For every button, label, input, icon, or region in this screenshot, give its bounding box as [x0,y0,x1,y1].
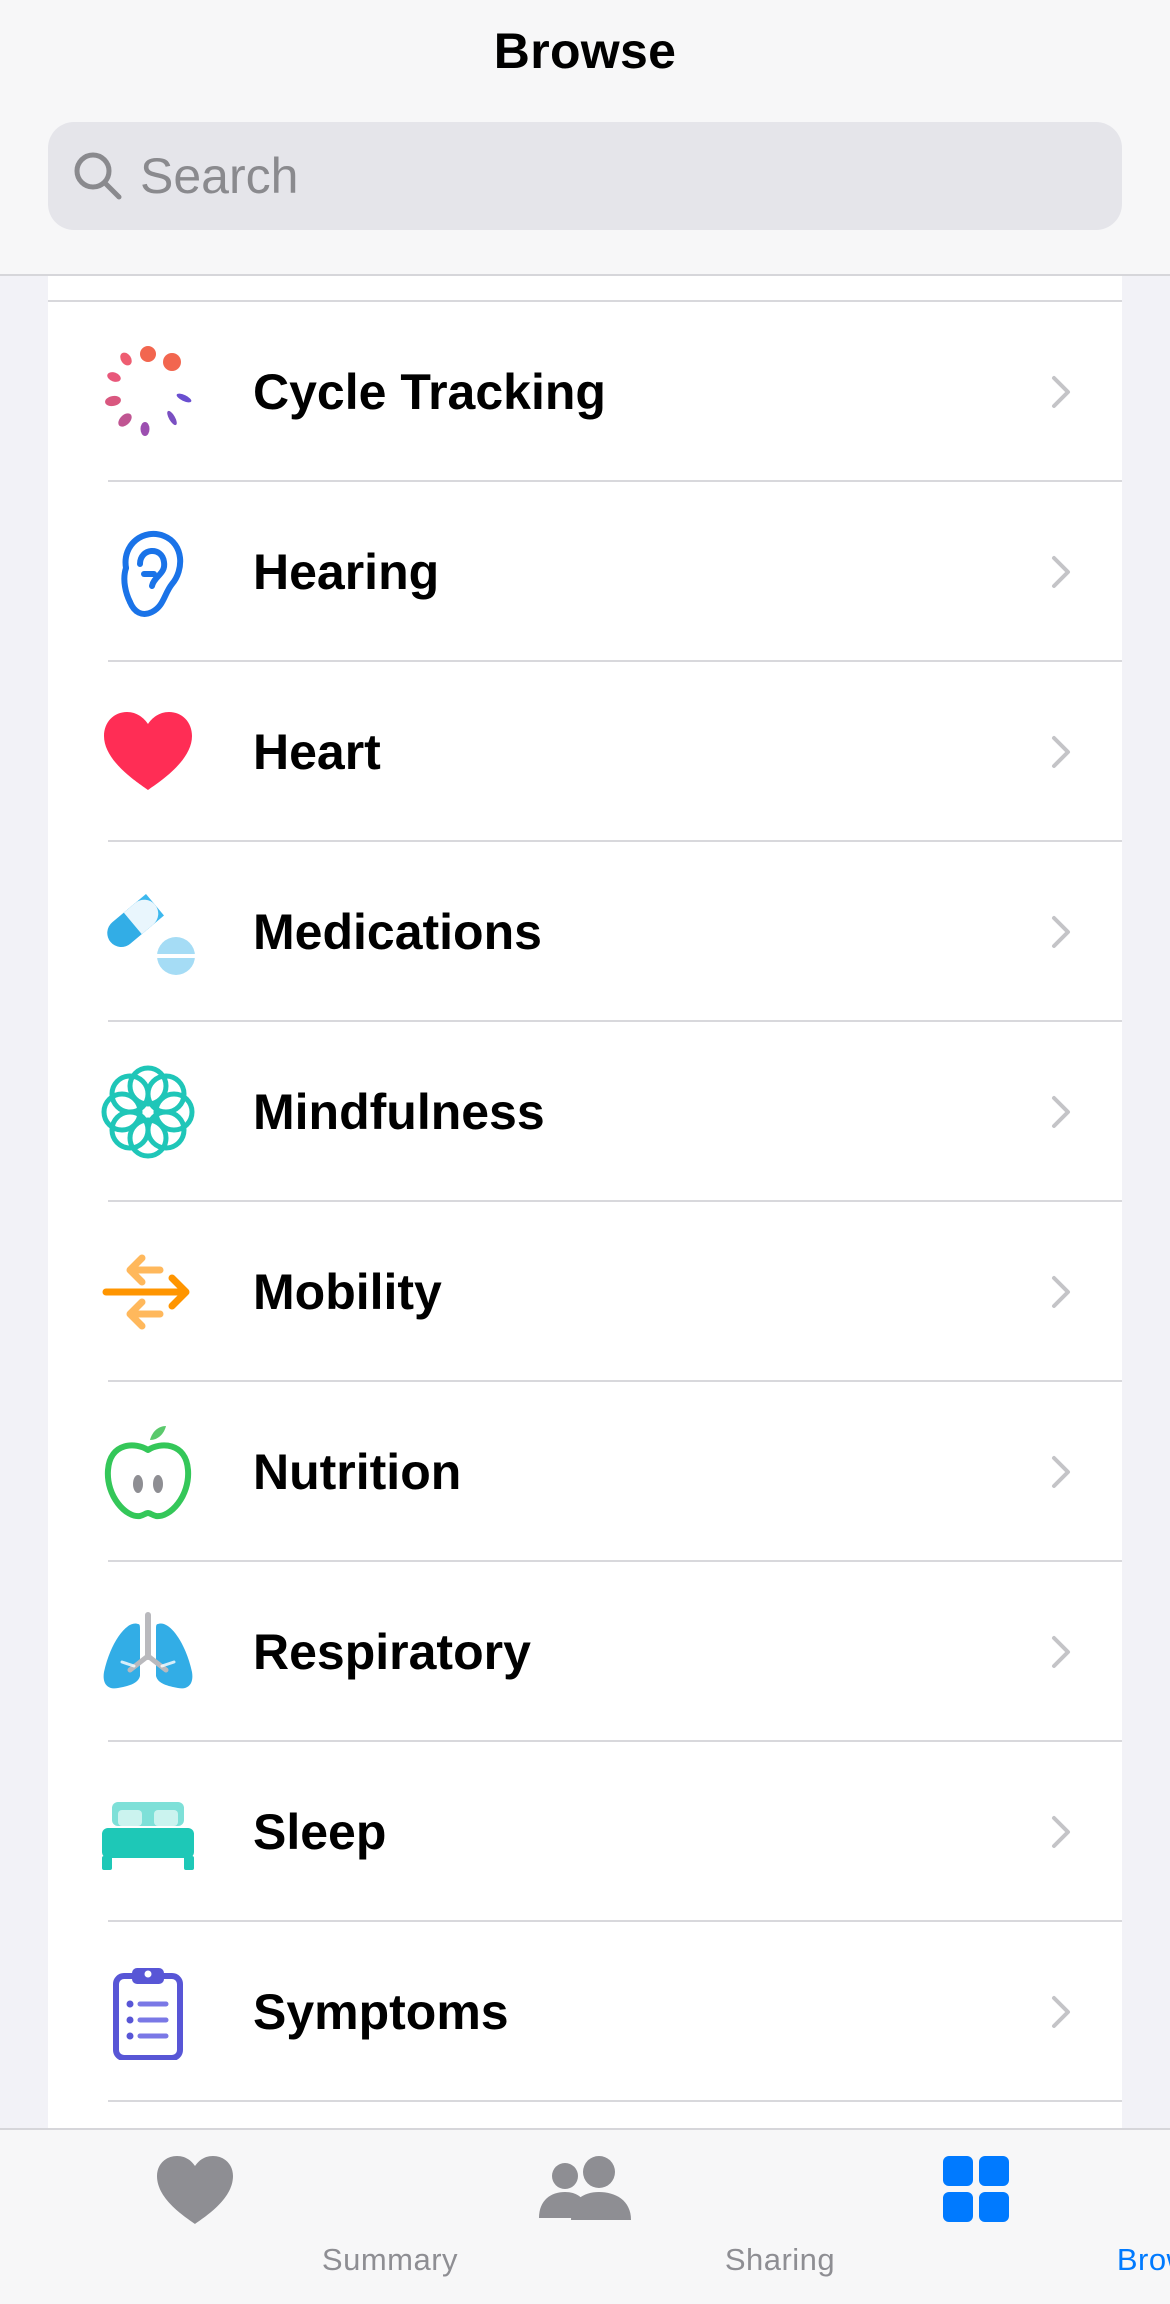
chevron-right-icon [1052,376,1070,408]
category-row-cycle-tracking[interactable]: Cycle Tracking [48,302,1122,482]
tab-sharing[interactable]: Sharing [390,2130,835,2304]
category-label: Hearing [253,544,440,600]
chevron-right-icon [1052,1996,1070,2028]
ear-icon [121,531,184,617]
tab-browse[interactable]: Browse [780,2130,1170,2304]
category-label: Sleep [253,1804,387,1860]
flower-icon [101,1065,195,1159]
grid-icon [943,2156,1009,2222]
chevron-right-icon [1052,916,1070,948]
navigation-header: Browse [0,0,1170,276]
category-row-respiratory[interactable]: Respiratory [48,1562,1122,1742]
tab-label: Browse [1116,2242,1170,2277]
category-label: Heart [253,724,381,780]
search-icon [74,152,122,200]
chevron-right-icon [1052,556,1070,588]
people-icon [539,2156,631,2220]
divider [108,2100,1122,2102]
category-row-symptoms[interactable]: Symptoms [48,1922,1122,2102]
tab-bar: Summary Sharing Browse [0,2128,1170,2304]
category-list: Cycle Tracking Hearing Heart Medications… [48,276,1122,2130]
category-label: Mobility [253,1264,442,1320]
category-label: Respiratory [253,1624,531,1680]
category-row-mobility[interactable]: Mobility [48,1202,1122,1382]
category-label: Mindfulness [253,1084,545,1140]
chevron-right-icon [1052,1096,1070,1128]
cycle-tracking-icon [105,346,192,436]
category-row-hearing[interactable]: Hearing [48,482,1122,662]
heart-icon [157,2156,233,2224]
category-label: Nutrition [253,1444,462,1500]
clipboard-icon [113,1968,183,2060]
category-row-medications[interactable]: Medications [48,842,1122,1022]
pills-icon [107,893,195,975]
chevron-right-icon [1052,736,1070,768]
category-row-sleep[interactable]: Sleep [48,1742,1122,1922]
tab-summary[interactable]: Summary [0,2130,458,2304]
chevron-right-icon [1052,1456,1070,1488]
search-bar[interactable] [48,122,1122,230]
lungs-icon [103,1612,193,1689]
chevron-right-icon [1052,1636,1070,1668]
category-label: Medications [253,904,542,960]
search-input[interactable] [140,122,1040,230]
category-row-mindfulness[interactable]: Mindfulness [48,1022,1122,1202]
category-label: Symptoms [253,1984,509,2040]
chevron-right-icon [1052,1276,1070,1308]
category-label: Cycle Tracking [253,364,606,420]
chevron-right-icon [1052,1816,1070,1848]
apple-icon [104,1426,192,1520]
heart-icon [104,712,192,790]
bed-icon [102,1802,194,1870]
page-title: Browse [493,23,677,79]
category-row-nutrition[interactable]: Nutrition [48,1382,1122,1562]
category-row-heart[interactable]: Heart [48,662,1122,842]
arrows-icon [102,1254,190,1330]
